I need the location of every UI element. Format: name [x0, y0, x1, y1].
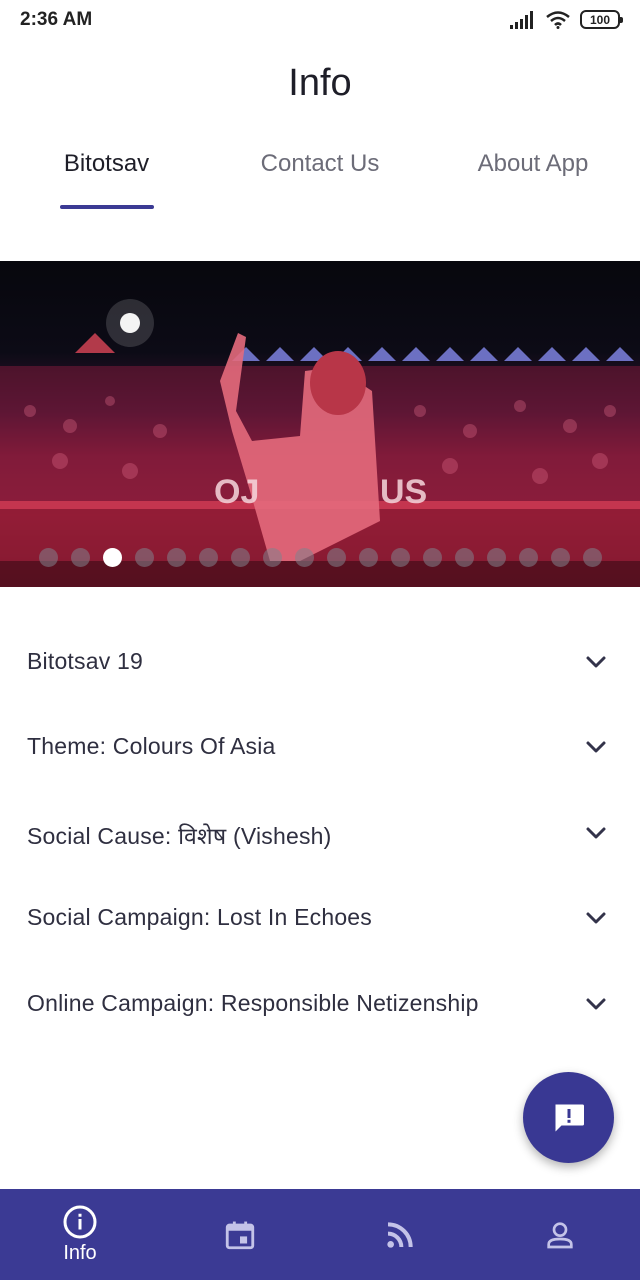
carousel-dot[interactable] — [358, 548, 378, 567]
carousel-dot[interactable] — [454, 548, 474, 567]
accordion-label: Social Cause: विशेष (Vishesh) — [27, 822, 332, 849]
nav-item-info[interactable]: Info — [0, 1189, 160, 1280]
tab-contact-us[interactable]: Contact Us — [240, 150, 400, 178]
carousel-dot[interactable] — [422, 548, 442, 567]
accordion-label: Theme: Colours Of Asia — [27, 733, 276, 760]
tab-about-app[interactable]: About App — [463, 150, 603, 178]
battery-level: 100 — [589, 12, 611, 27]
carousel-dot[interactable] — [262, 548, 282, 567]
carousel-dot[interactable] — [102, 548, 122, 567]
chevron-down-icon — [586, 912, 606, 924]
tab-bar: Bitotsav Contact Us About App — [0, 150, 640, 210]
image-carousel[interactable]: OJ US — [0, 261, 640, 587]
accordion-label: Social Campaign: Lost In Echoes — [27, 904, 373, 931]
carousel-dot[interactable] — [134, 548, 154, 567]
carousel-dot[interactable] — [166, 548, 186, 567]
tab-label: About App — [477, 150, 589, 177]
chevron-down-icon — [586, 827, 606, 839]
feedback-fab-button[interactable] — [523, 1072, 614, 1163]
chevron-down-icon — [586, 741, 606, 753]
carousel-image-concert: OJ US — [0, 299, 640, 587]
carousel-dot[interactable] — [486, 548, 506, 567]
tab-bitotsav[interactable]: Bitotsav — [40, 150, 173, 178]
nav-item-schedule[interactable] — [160, 1189, 320, 1280]
page-title: Info — [288, 62, 352, 104]
accordion-label: Online Campaign: Responsible Netizenship — [27, 989, 479, 1016]
accordion-item-theme[interactable]: Theme: Colours Of Asia — [0, 705, 640, 790]
nav-item-profile[interactable] — [480, 1189, 640, 1280]
svg-text:OJ: OJ — [214, 473, 259, 511]
rss-feed-icon — [387, 1221, 413, 1248]
chevron-down-icon — [586, 998, 606, 1010]
carousel-pagination — [0, 548, 640, 568]
person-icon — [547, 1221, 573, 1248]
tab-label: Contact Us — [260, 150, 380, 177]
carousel-dot[interactable] — [38, 548, 58, 567]
accordion-item-online-campaign[interactable]: Online Campaign: Responsible Netizenship — [0, 962, 640, 1047]
accordion-item-bitotsav-19[interactable]: Bitotsav 19 — [0, 620, 640, 705]
tab-label: Bitotsav — [63, 150, 150, 177]
carousel-dot[interactable] — [198, 548, 218, 567]
info-icon — [63, 1205, 97, 1239]
accordion-item-social-cause[interactable]: Social Cause: विशेष (Vishesh) — [0, 791, 640, 876]
carousel-dot[interactable] — [70, 548, 90, 567]
accordion-item-social-campaign[interactable]: Social Campaign: Lost In Echoes — [0, 876, 640, 961]
carousel-dot[interactable] — [326, 548, 346, 567]
active-tab-indicator — [60, 205, 154, 209]
nav-label-info: Info — [63, 1242, 97, 1264]
nav-item-feed[interactable] — [320, 1189, 480, 1280]
chevron-down-icon — [586, 656, 606, 668]
carousel-dot[interactable] — [518, 548, 538, 567]
bottom-navigation: Info — [0, 1189, 640, 1280]
battery-icon: 100 — [580, 10, 623, 29]
carousel-dot[interactable] — [294, 548, 314, 567]
status-time: 2:36 AM — [20, 9, 93, 30]
signal-icon — [510, 10, 533, 29]
carousel-dot[interactable] — [550, 548, 570, 567]
feedback-icon — [555, 1104, 584, 1131]
status-bar: 2:36 AM 100 — [0, 0, 640, 40]
svg-text:US: US — [380, 473, 427, 511]
carousel-dot[interactable] — [230, 548, 250, 567]
wifi-icon — [546, 10, 570, 29]
status-icons: 100 — [510, 10, 623, 29]
accordion-label: Bitotsav 19 — [27, 648, 143, 674]
calendar-icon — [225, 1221, 255, 1249]
info-accordion: Bitotsav 19 Theme: Colours Of Asia Socia… — [0, 620, 640, 1047]
carousel-dot[interactable] — [582, 548, 602, 567]
carousel-dot[interactable] — [390, 548, 410, 567]
